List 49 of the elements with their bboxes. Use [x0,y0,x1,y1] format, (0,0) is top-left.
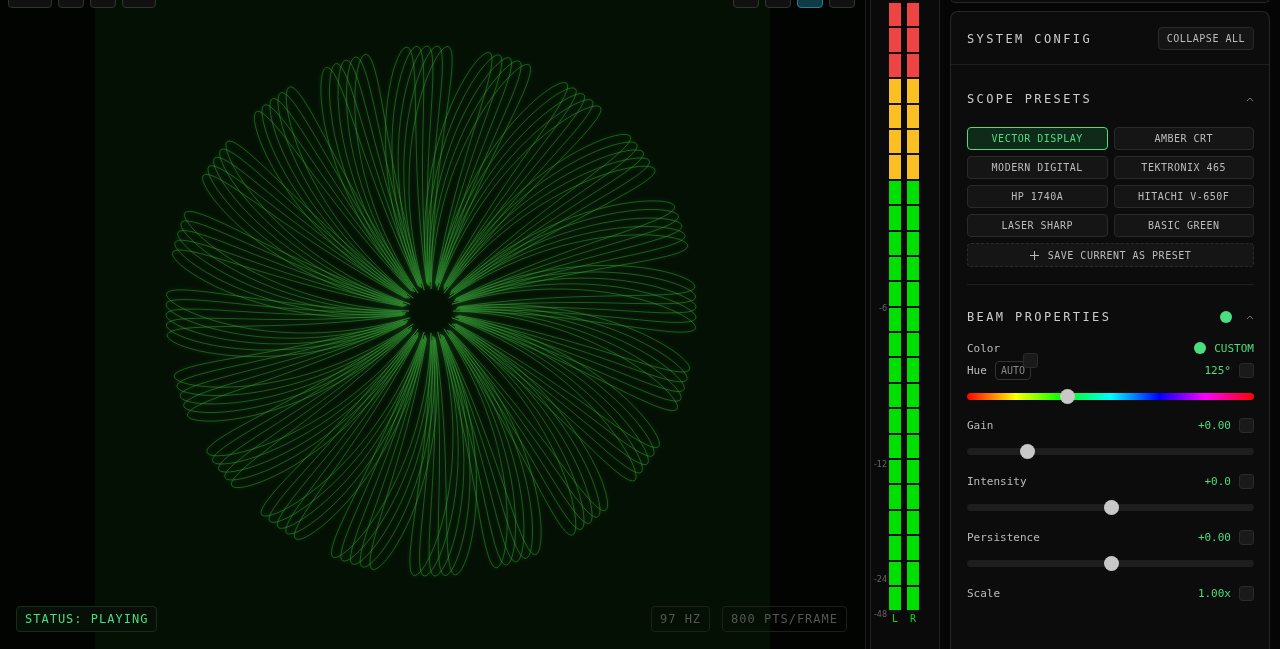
slider-thumb[interactable] [1103,556,1119,571]
modulation-badge-icon[interactable] [1239,473,1254,489]
color-dot [1194,342,1207,354]
setting-value: 125° [1204,363,1231,377]
modulation-badge-icon[interactable] [1239,585,1254,601]
channel-label: R [910,614,916,624]
preset-button[interactable]: MODERN DIGITAL [967,156,1108,179]
save-preset-button[interactable]: SAVE CURRENT AS PRESET [967,243,1254,267]
setting-label: Persistence [967,530,1040,544]
plus-icon [1029,250,1039,260]
frequency-label: 97 HZ [650,606,711,632]
modulation-badge-icon[interactable] [1023,353,1038,368]
meter-tick: -12 [873,460,887,469]
slider-thumb[interactable] [1060,389,1076,404]
preset-button[interactable]: VECTOR DISPLAY [967,127,1108,150]
chevron-icon[interactable] [1246,314,1254,320]
preset-button[interactable]: LASER SHARP [967,214,1108,237]
chevron-icon[interactable] [1246,96,1254,102]
slider-thumb[interactable] [1103,500,1119,515]
preset-button[interactable]: BASIC GREEN [1113,214,1254,237]
section-title: SCOPE PRESETS [967,92,1094,106]
setting-label: Intensity [967,474,1027,488]
slider-thumb[interactable] [1020,444,1036,459]
setting-label: Gain [967,418,994,432]
setting-label: Color [967,341,1001,355]
collapse-all-button[interactable]: COLLAPSE ALL [1157,27,1254,50]
preset-button[interactable]: HP 1740A [967,185,1108,208]
meter-tick: -24 [873,575,887,584]
preset-button[interactable]: AMBER CRT [1113,127,1254,150]
setting-label: Scale [967,586,1001,600]
status-label: STATUS: PLAYING [16,606,158,632]
section-title: BEAM PROPERTIES [967,310,1113,324]
setting-value: +0.0 [1204,474,1231,488]
color-value[interactable]: CUSTOM [1214,341,1254,355]
preset-button[interactable]: HITACHI V-650F [1113,185,1254,208]
points-label: 800 PTS/FRAME [722,606,847,632]
setting-value: 1.00x [1197,586,1231,600]
channel-label: L [892,614,898,624]
meter-tick: -48 [873,610,887,619]
modulation-badge-icon[interactable] [1239,529,1254,545]
setting-label: Hue [967,363,987,377]
setting-value: +0.00 [1197,530,1231,544]
meter-tick: -6 [879,304,887,313]
auto-button[interactable]: AUTO [994,360,1031,380]
modulation-badge-icon[interactable] [1239,362,1254,378]
panel-title: SYSTEM CONFIG [967,31,1093,46]
modulation-badge-icon[interactable] [1239,417,1254,433]
setting-value: +0.00 [1197,418,1231,432]
preset-button[interactable]: TEKTRONIX 465 [1113,156,1254,179]
